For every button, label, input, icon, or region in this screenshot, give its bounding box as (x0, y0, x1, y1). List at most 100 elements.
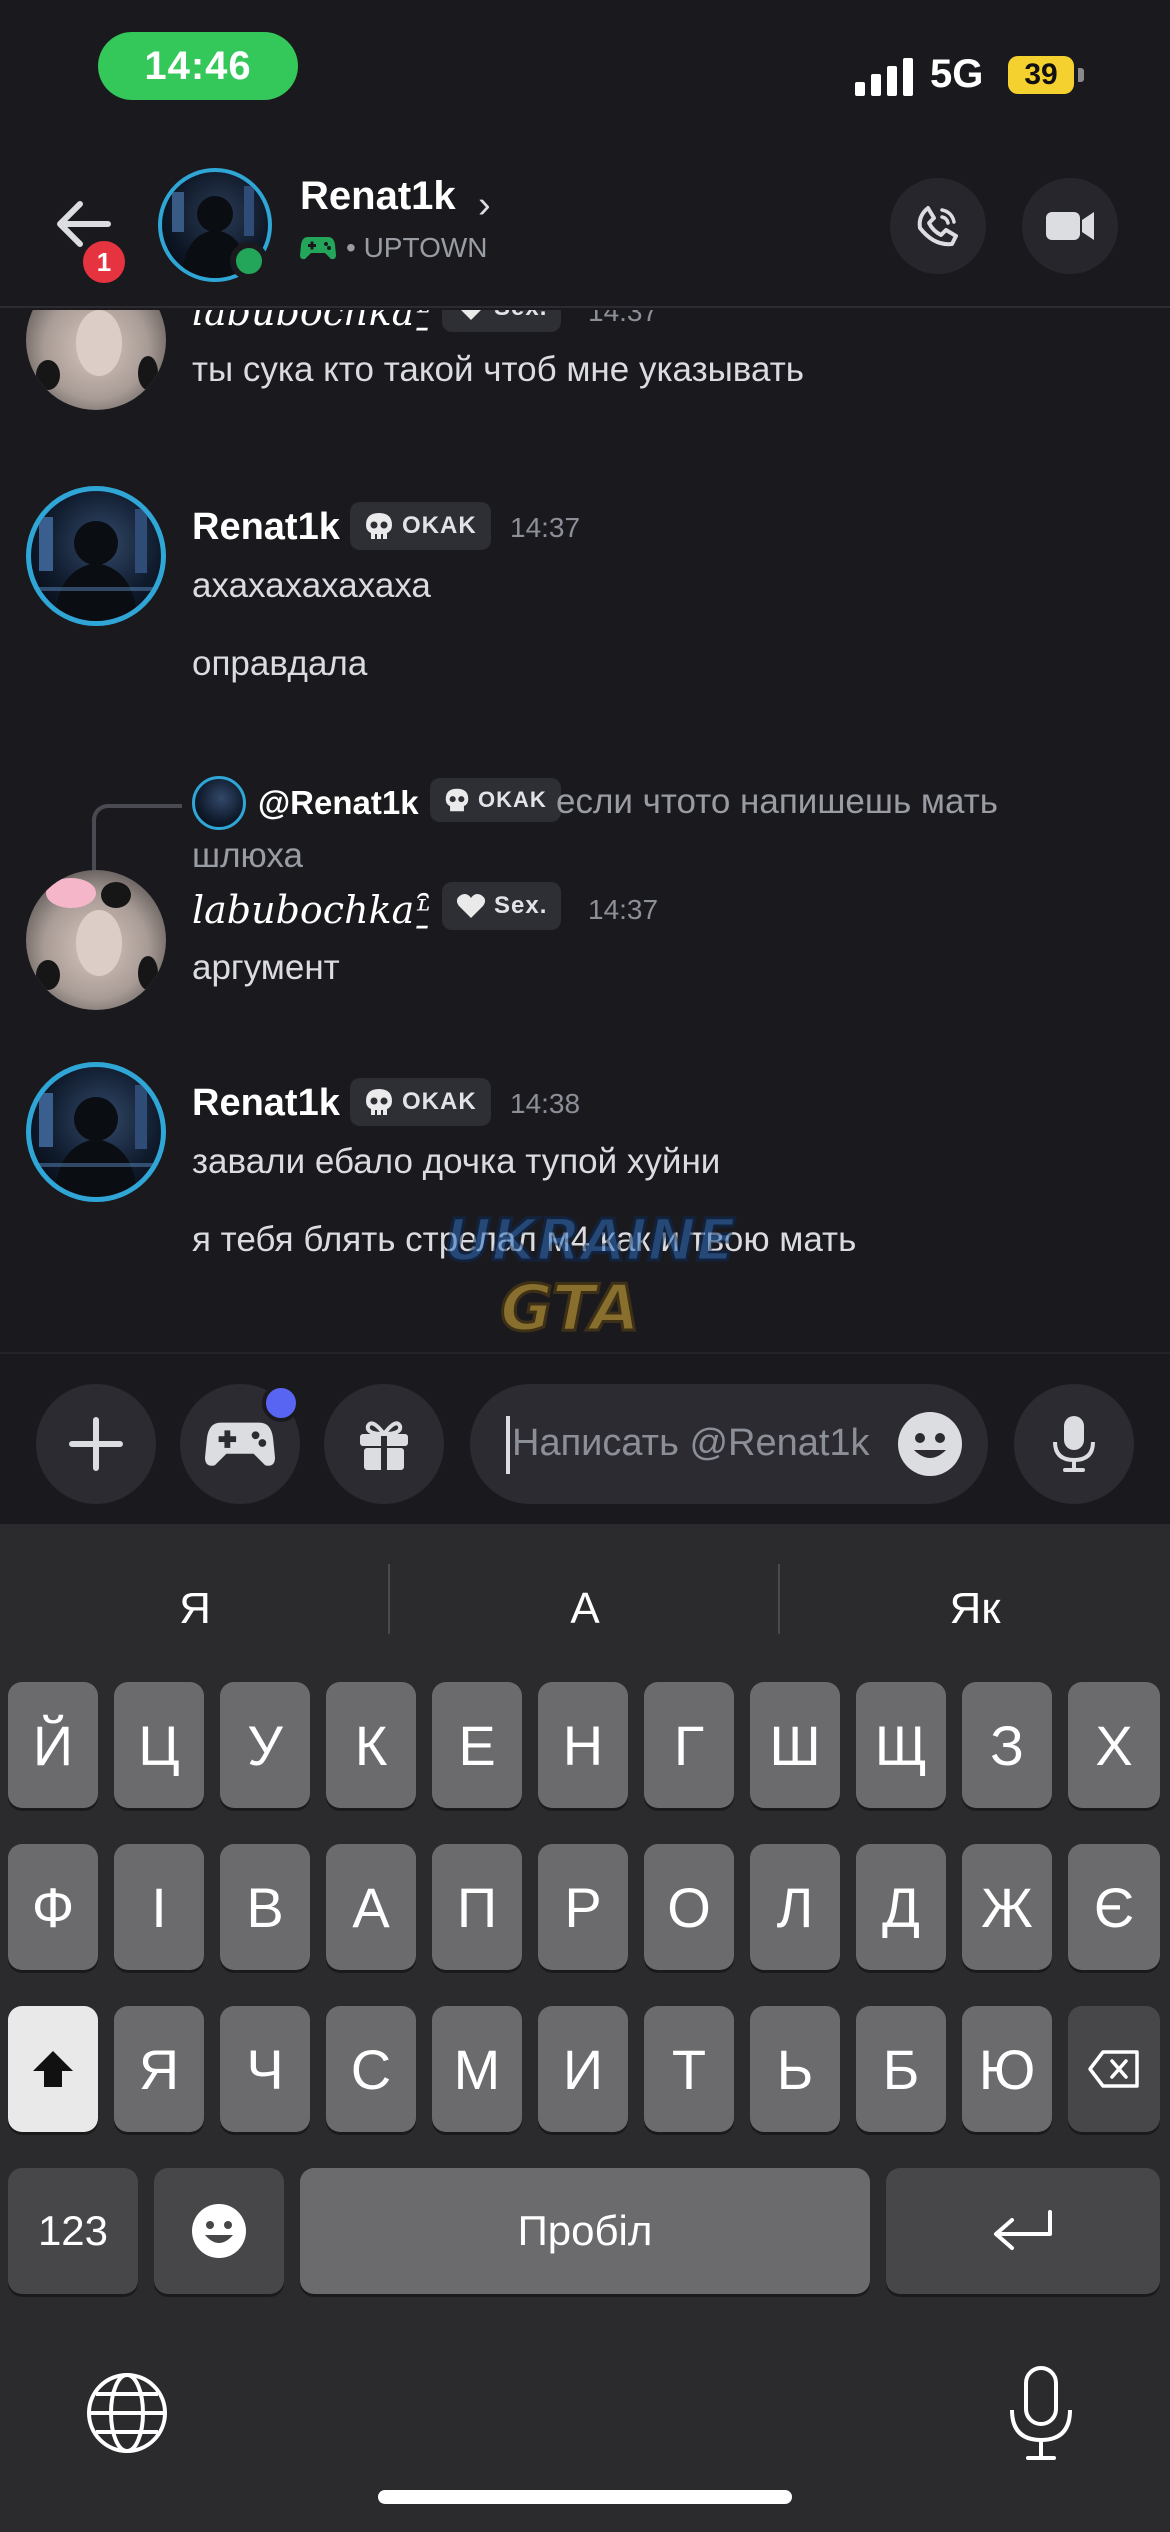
avatar[interactable] (26, 870, 166, 1010)
globe-button[interactable] (84, 2370, 170, 2456)
plus-icon (69, 1417, 123, 1471)
home-indicator[interactable] (378, 2490, 792, 2504)
suggestion[interactable]: А (390, 1584, 780, 1634)
activity-status: • UPTOWN (300, 232, 488, 264)
message-group: Renat1k OKAK 14:38 завали ебало дочка ту… (0, 1062, 1170, 1262)
key[interactable]: Д (856, 1844, 946, 1970)
message-timestamp: 14:37 (510, 512, 581, 543)
message-text: оправдала (192, 644, 368, 683)
voice-message-button[interactable] (1014, 1384, 1134, 1504)
text-cursor (506, 1416, 510, 1474)
role-tag: Sex. (442, 882, 562, 930)
avatar[interactable] (26, 1062, 166, 1202)
key[interactable]: Ч (220, 2006, 310, 2132)
message-timestamp: 14:37 (588, 894, 659, 925)
voice-call-button[interactable] (890, 178, 986, 274)
key[interactable]: Я (114, 2006, 204, 2132)
key[interactable]: А (326, 1844, 416, 1970)
gift-button[interactable] (324, 1384, 444, 1504)
avatar[interactable] (26, 486, 166, 626)
shift-icon (33, 2051, 73, 2087)
attach-button[interactable] (36, 1384, 156, 1504)
emoji-icon (192, 2204, 246, 2258)
phone-icon (917, 206, 958, 247)
key[interactable]: Ь (750, 2006, 840, 2132)
key[interactable]: Т (644, 2006, 734, 2132)
message-text: ты сука кто такой чтоб мне указывать (192, 350, 804, 389)
space-key[interactable]: Пробіл (300, 2168, 870, 2294)
role-tag: OKAK (350, 1078, 491, 1126)
message-text: аргумент (192, 948, 340, 987)
message-author[interactable]: Renat1k (192, 506, 340, 549)
contact-name[interactable]: Renat1k (300, 174, 456, 219)
role-tag: Sex. (442, 310, 562, 332)
key[interactable]: Щ (856, 1682, 946, 1808)
message-group: @Renat1k OKAK если чтото напишешь мать ш… (0, 740, 1170, 1010)
shift-key[interactable] (8, 2006, 98, 2132)
heart-icon (456, 894, 486, 918)
key[interactable]: М (432, 2006, 522, 2132)
globe-icon (87, 2373, 167, 2453)
key[interactable]: Б (856, 2006, 946, 2132)
emoji-button[interactable] (898, 1412, 962, 1476)
heart-icon (461, 310, 481, 320)
key[interactable]: П (432, 1844, 522, 1970)
chevron-right-icon[interactable]: › (478, 184, 491, 227)
message-composer: Написать @Renat1k (0, 1352, 1170, 1522)
key[interactable]: Ю (962, 2006, 1052, 2132)
backspace-key[interactable] (1068, 2006, 1160, 2132)
avatar[interactable] (26, 310, 166, 410)
role-tag-text: OKAK (478, 787, 547, 812)
suggestion[interactable]: Я (0, 1584, 390, 1634)
key[interactable]: Г (644, 1682, 734, 1808)
reply-avatar[interactable] (192, 776, 246, 830)
key[interactable]: Ш (750, 1682, 840, 1808)
key[interactable]: Н (538, 1682, 628, 1808)
reply-text[interactable]: шлюха (192, 836, 303, 876)
gift-icon (360, 1421, 408, 1470)
new-indicator-dot (262, 1384, 300, 1422)
key[interactable]: С (326, 2006, 416, 2132)
key[interactable]: О (644, 1844, 734, 1970)
message-text: завали ебало дочка тупой хуйни (192, 1142, 721, 1181)
key[interactable]: К (326, 1682, 416, 1808)
message-group: Renat1k OKAK 14:37 ахахахахахаха оправда… (0, 486, 1170, 686)
skull-icon (366, 1089, 392, 1115)
role-tag: OKAK (430, 778, 561, 822)
message-author[interactable]: labubochkaᶫ̱̑ (192, 310, 432, 334)
numbers-key[interactable]: 123 (8, 2168, 138, 2294)
key[interactable]: З (962, 1682, 1052, 1808)
message-author[interactable]: Renat1k (192, 1082, 340, 1125)
key[interactable]: Е (432, 1682, 522, 1808)
role-tag-text: OKAK (402, 512, 477, 539)
return-key[interactable] (886, 2168, 1160, 2294)
microphone-icon (1053, 1416, 1095, 1472)
key[interactable]: И (538, 2006, 628, 2132)
message-text: ахахахахахаха (192, 566, 431, 605)
message-author[interactable]: labubochkaᶫ̱̑ (192, 888, 432, 932)
key[interactable]: І (114, 1844, 204, 1970)
role-tag: OKAK (350, 502, 491, 550)
suggestion[interactable]: Як (780, 1584, 1170, 1634)
dictation-button[interactable] (1006, 2364, 1076, 2464)
reply-author[interactable]: @Renat1k (258, 784, 419, 822)
key[interactable]: Р (538, 1844, 628, 1970)
emoji-key[interactable] (154, 2168, 284, 2294)
key[interactable]: Ж (962, 1844, 1052, 1970)
message-input-placeholder: Написать @Renat1k (512, 1422, 870, 1464)
key[interactable]: Х (1068, 1682, 1160, 1808)
reply-text[interactable]: если чтото напишешь мать (556, 782, 998, 822)
key[interactable]: Ц (114, 1682, 204, 1808)
network-type: 5G (930, 52, 984, 96)
video-call-button[interactable] (1022, 178, 1118, 274)
key[interactable]: Л (750, 1844, 840, 1970)
message-text: я тебя блять стрелал м4 как и твою мать (192, 1220, 857, 1259)
key[interactable]: Є (1068, 1844, 1160, 1970)
key[interactable]: У (220, 1682, 310, 1808)
role-tag-text: OKAK (402, 1088, 477, 1115)
key[interactable]: В (220, 1844, 310, 1970)
message-list: labubochkaᶫ̱̑ Sex. 14:37 ты сука кто так… (0, 310, 1170, 1350)
key[interactable]: Й (8, 1682, 98, 1808)
battery-icon: 39 (1008, 56, 1074, 94)
key[interactable]: Ф (8, 1844, 98, 1970)
